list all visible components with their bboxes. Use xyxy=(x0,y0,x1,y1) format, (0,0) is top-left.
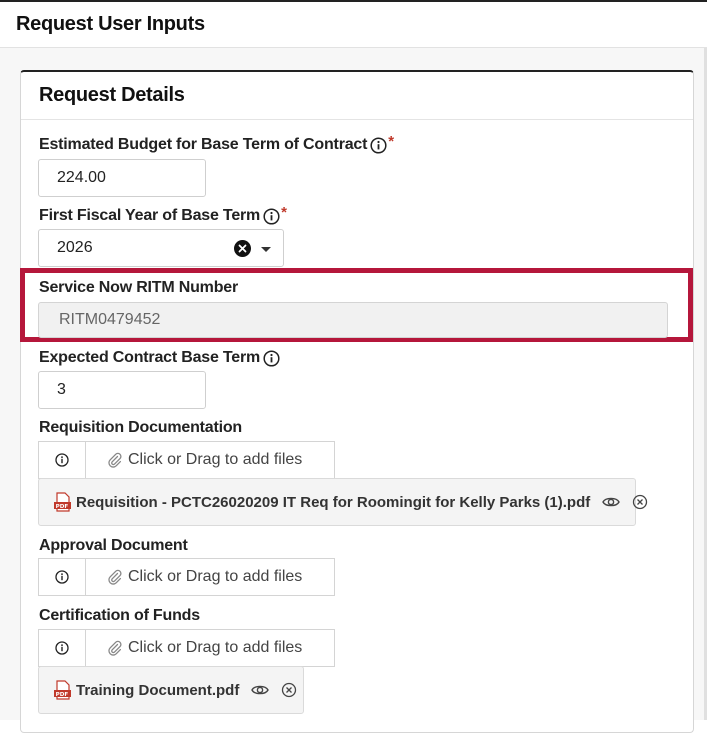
fiscal-year-value: 2026 xyxy=(57,239,93,256)
fiscal-year-select[interactable]: 2026 xyxy=(38,229,284,267)
info-icon[interactable] xyxy=(370,136,387,154)
required-marker: * xyxy=(281,203,287,221)
paperclip-icon xyxy=(108,640,122,656)
budget-label-text: Estimated Budget for Base Term of Contra… xyxy=(39,136,368,153)
drop-zone-text: Click or Drag to add files xyxy=(128,451,303,468)
base-term-label: Expected Contract Base Term xyxy=(39,349,280,367)
pdf-icon: PDF xyxy=(53,492,73,512)
card-header: Request Details xyxy=(21,72,693,120)
file-chip: PDF Training Document.pdf xyxy=(38,666,304,714)
requisition-uploader: Click or Drag to add files xyxy=(38,441,335,479)
chevron-down-icon[interactable] xyxy=(261,247,271,252)
required-marker: * xyxy=(388,132,394,150)
base-term-label-text: Expected Contract Base Term xyxy=(39,349,261,366)
file-name[interactable]: Requisition - PCTC26020209 IT Req for Ro… xyxy=(76,494,590,511)
pdf-icon: PDF xyxy=(53,680,73,700)
svg-text:PDF: PDF xyxy=(56,504,69,510)
file-chip: PDF Requisition - PCTC26020209 IT Req fo… xyxy=(38,478,648,526)
file-drop-zone[interactable]: Click or Drag to add files xyxy=(85,629,335,667)
fiscal-year-label: First Fiscal Year of Base Term * xyxy=(39,203,287,225)
drop-zone-text: Click or Drag to add files xyxy=(128,568,303,585)
remove-icon[interactable] xyxy=(281,682,297,698)
card-title: Request Details xyxy=(39,84,185,106)
requisition-label: Requisition Documentation xyxy=(39,419,243,436)
budget-input[interactable]: 224.00 xyxy=(38,159,206,197)
info-icon[interactable] xyxy=(263,207,280,225)
ritm-input: RITM0479452 xyxy=(38,302,668,338)
svg-text:PDF: PDF xyxy=(56,692,69,698)
page-title: Request User Inputs xyxy=(16,13,205,35)
info-icon[interactable] xyxy=(38,629,85,667)
eye-icon[interactable] xyxy=(602,495,621,509)
file-drop-zone[interactable]: Click or Drag to add files xyxy=(85,558,335,596)
info-icon[interactable] xyxy=(263,349,280,367)
fiscal-year-label-text: First Fiscal Year of Base Term xyxy=(39,207,261,224)
base-term-input[interactable]: 3 xyxy=(38,371,206,409)
funds-label: Certification of Funds xyxy=(39,607,200,624)
paperclip-icon xyxy=(108,452,122,468)
file-drop-zone[interactable]: Click or Drag to add files xyxy=(85,441,335,479)
eye-icon[interactable] xyxy=(251,683,270,697)
budget-label: Estimated Budget for Base Term of Contra… xyxy=(39,132,394,154)
clear-icon[interactable] xyxy=(234,240,251,257)
approval-uploader: Click or Drag to add files xyxy=(38,558,335,596)
funds-uploader: Click or Drag to add files xyxy=(38,629,335,667)
info-icon[interactable] xyxy=(38,441,85,479)
drop-zone-text: Click or Drag to add files xyxy=(128,639,303,656)
remove-icon[interactable] xyxy=(632,494,648,510)
ritm-label: Service Now RITM Number xyxy=(39,279,239,296)
approval-label: Approval Document xyxy=(39,537,188,554)
file-name[interactable]: Training Document.pdf xyxy=(76,682,239,699)
info-icon[interactable] xyxy=(38,558,85,596)
paperclip-icon xyxy=(108,569,122,585)
page-header: Request User Inputs xyxy=(0,2,707,48)
